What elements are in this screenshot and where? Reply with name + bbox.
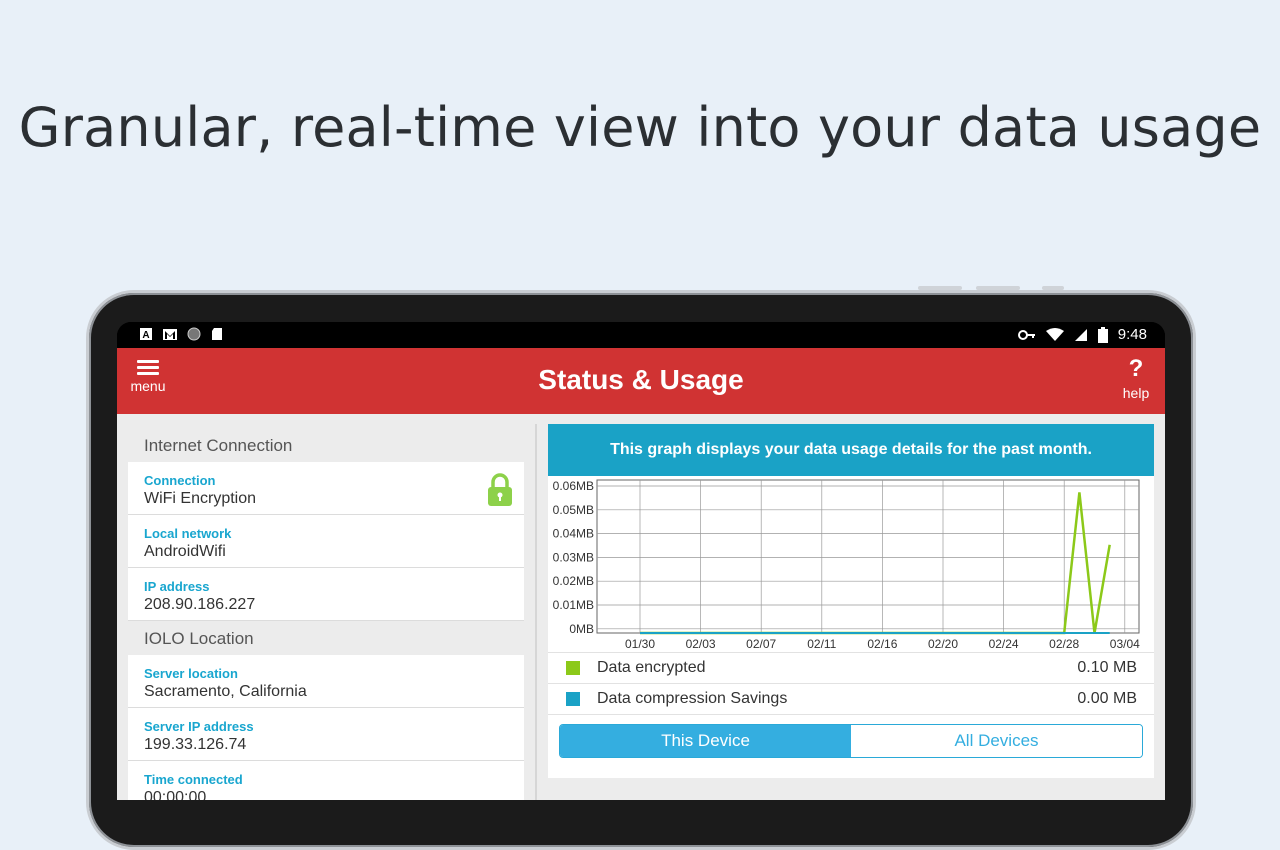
status-time: 9:48 [1117, 326, 1147, 343]
x-tick-label: 02/24 [989, 637, 1019, 651]
ip-address-row: IP address 208.90.186.227 [128, 568, 524, 621]
a-icon: A [140, 328, 152, 341]
x-tick-label: 03/04 [1110, 637, 1140, 651]
row-label: Time connected [144, 772, 243, 787]
circle-icon [187, 327, 201, 341]
device-toggle-area: This Device All Devices [548, 714, 1154, 778]
legend-name: Data encrypted [597, 659, 706, 676]
status-bar: A 9:48 [117, 322, 1165, 348]
legend-value: 0.00 MB [1077, 690, 1137, 707]
row-value: 00:00:00 [144, 789, 207, 800]
row-value: 199.33.126.74 [144, 736, 247, 753]
gmail-icon [163, 329, 177, 340]
series-line [640, 492, 1111, 635]
x-tick-label: 02/28 [1049, 637, 1079, 651]
legend-value: 0.10 MB [1077, 659, 1137, 676]
panel-divider [535, 424, 537, 800]
lock-icon [488, 473, 512, 506]
legend-swatch-encrypted [566, 661, 580, 675]
y-tick-label: 0.03MB [553, 550, 594, 564]
page-title: Status & Usage [538, 364, 744, 395]
usage-chart-svg: 0.06MB 0.05MB 0.04MB 0.03MB 0.02MB 0.01MB 0MB 0… [553, 479, 1140, 651]
svg-text:A: A [142, 330, 149, 341]
row-label: Server location [144, 666, 238, 681]
x-tick-label: 02/11 [807, 637, 836, 651]
row-label: Connection [144, 473, 216, 488]
headline: Granular, real-time view into your data … [18, 96, 1262, 159]
y-tick-label: 0.04MB [553, 527, 594, 541]
device-toggle: This Device All Devices [559, 724, 1143, 758]
legend-name: Data compression Savings [597, 690, 788, 707]
all-devices-tab[interactable]: All Devices [851, 725, 1142, 757]
y-tick-label: 0.06MB [553, 479, 594, 493]
help-label: help [1122, 385, 1150, 401]
wifi-icon [1045, 327, 1064, 341]
usage-panel: This graph displays your data usage deta… [548, 424, 1154, 778]
legend-row-encrypted: Data encrypted 0.10 MB [548, 652, 1154, 683]
server-location-row: Server location Sacramento, California [128, 655, 524, 708]
vpn-key-icon [1017, 329, 1035, 340]
row-label: Server IP address [144, 719, 254, 734]
signal-icon [1074, 328, 1087, 341]
row-value: AndroidWifi [144, 543, 226, 560]
connection-row: Connection WiFi Encryption [128, 462, 524, 515]
legend-row-compression: Data compression Savings 0.00 MB [548, 683, 1154, 714]
y-tick-label: 0MB [569, 622, 594, 636]
server-ip-row: Server IP address 199.33.126.74 [128, 708, 524, 761]
row-value: 208.90.186.227 [144, 596, 256, 613]
sdcard-icon [212, 328, 222, 340]
content-area: Internet Connection Connection WiFi Encr… [117, 414, 1165, 800]
row-label: Local network [144, 526, 232, 541]
internet-connection-title: Internet Connection [144, 436, 293, 455]
usage-banner: This graph displays your data usage deta… [548, 424, 1154, 476]
x-tick-label: 02/20 [928, 637, 958, 651]
row-label: IP address [144, 579, 210, 594]
app-bar: menu Status & Usage ? help [117, 348, 1165, 414]
tablet-screen: A 9:48 menu Status & Usage ? help Intern… [117, 322, 1165, 800]
question-icon: ? [1128, 355, 1144, 382]
local-network-row: Local network AndroidWifi [128, 515, 524, 568]
legend-swatch-compression [566, 692, 580, 706]
x-tick-label: 02/16 [867, 637, 897, 651]
status-panel: Internet Connection Connection WiFi Encr… [128, 414, 524, 800]
battery-icon [1097, 326, 1108, 343]
row-value: Sacramento, California [144, 683, 307, 700]
x-tick-label: 01/30 [625, 637, 655, 651]
row-value: WiFi Encryption [144, 490, 257, 507]
x-tick-label: 02/03 [686, 637, 716, 651]
iolo-location-title: IOLO Location [144, 629, 254, 648]
plot-border [596, 479, 1140, 634]
y-tick-label: 0.02MB [553, 574, 594, 588]
x-tick-label: 02/07 [746, 637, 776, 651]
time-connected-row: Time connected 00:00:00 [128, 761, 524, 800]
y-tick-label: 0.05MB [553, 503, 594, 517]
usage-chart: 0.06MB 0.05MB 0.04MB 0.03MB 0.02MB 0.01MB 0MB 0… [548, 476, 1154, 652]
y-tick-label: 0.01MB [553, 598, 594, 612]
help-button[interactable]: ? help [1119, 355, 1153, 402]
this-device-tab[interactable]: This Device [560, 725, 851, 757]
